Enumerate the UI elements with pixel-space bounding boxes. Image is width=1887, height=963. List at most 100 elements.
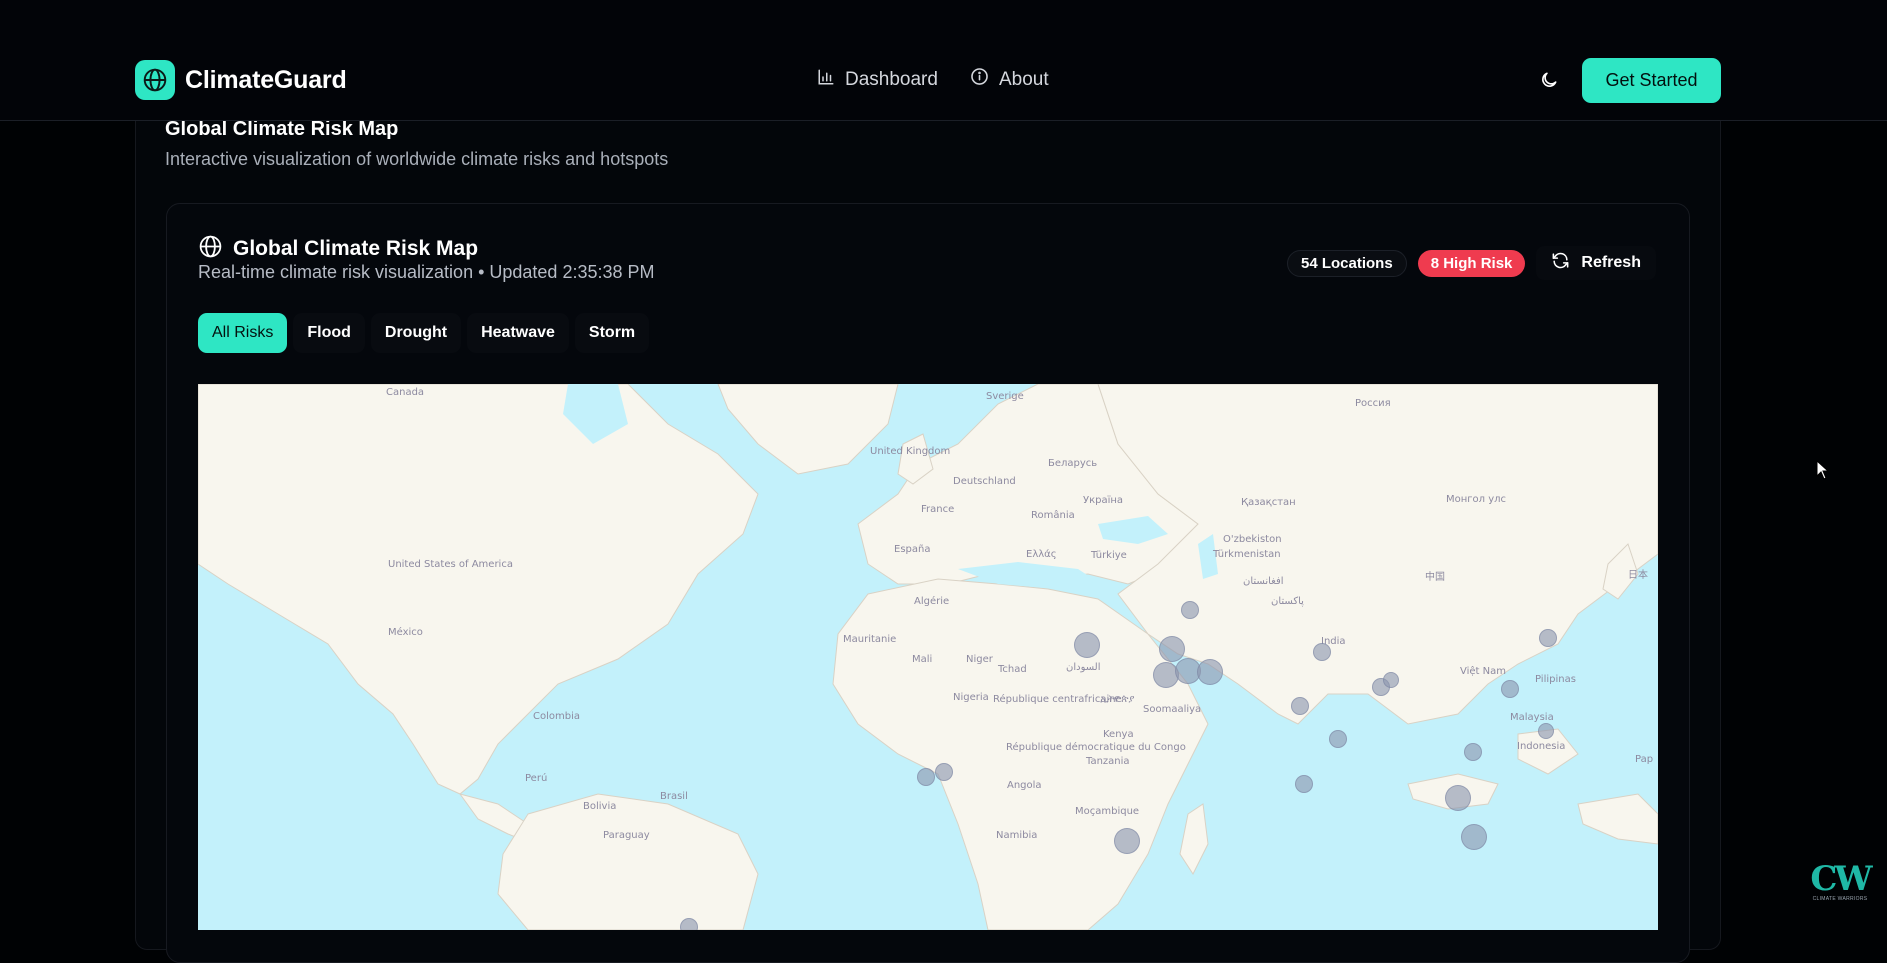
map-card-title: Global Climate Risk Map xyxy=(233,237,479,260)
map-label: Soomaaliya xyxy=(1143,704,1202,715)
map-label: ኢትዮጵያ xyxy=(1100,694,1135,705)
risk-filter-tabs: All Risks Flood Drought Heatwave Storm xyxy=(198,313,650,353)
risk-marker[interactable] xyxy=(1464,743,1482,761)
map-label: Монгол улс xyxy=(1446,494,1507,505)
risk-marker[interactable] xyxy=(1159,636,1185,662)
map-label: Canada xyxy=(386,387,425,398)
filter-storm[interactable]: Storm xyxy=(574,313,650,353)
nav-about-label: About xyxy=(998,68,1049,90)
map-label: Türkiye xyxy=(1091,550,1127,561)
watermark-logo: CW CLIMATE WARRIORS xyxy=(1810,859,1872,910)
section-subtitle: Interactive visualization of worldwide c… xyxy=(165,149,669,169)
filter-heatwave[interactable]: Heatwave xyxy=(467,313,569,353)
filter-drought[interactable]: Drought xyxy=(370,313,462,353)
world-map[interactable]: Canada Sverige Россия United Kingdom Бел… xyxy=(198,384,1658,930)
map-label: România xyxy=(1031,510,1075,521)
filter-flood[interactable]: Flood xyxy=(293,313,365,353)
map-label: Қазақстан xyxy=(1241,497,1296,508)
watermark-text: CLIMATE WARRIORS xyxy=(1812,896,1868,902)
map-label: Malaysia xyxy=(1510,712,1554,723)
map-card-header: Global Climate Risk Map xyxy=(198,234,478,264)
risk-marker[interactable] xyxy=(1197,659,1223,685)
map-label: Angola xyxy=(1007,780,1042,791)
get-started-button[interactable]: Get Started xyxy=(1582,58,1721,103)
map-label: Mali xyxy=(912,654,933,665)
filter-all-risks[interactable]: All Risks xyxy=(198,313,288,353)
bar-chart-icon xyxy=(817,68,835,92)
risk-marker[interactable] xyxy=(680,918,698,930)
refresh-button[interactable]: Refresh xyxy=(1536,246,1656,280)
moon-icon xyxy=(1539,70,1559,95)
map-label: Bolivia xyxy=(583,801,617,812)
risk-marker[interactable] xyxy=(1538,723,1554,739)
map-label: Беларусь xyxy=(1048,458,1098,469)
map-label: Tanzania xyxy=(1086,756,1130,767)
map-label: Pilipinas xyxy=(1535,674,1576,685)
map-label: Mauritanie xyxy=(843,634,897,645)
section-title: Global Climate Risk Map xyxy=(165,118,399,140)
globe-icon xyxy=(198,234,223,264)
theme-toggle-button[interactable] xyxy=(1535,68,1563,96)
risk-marker[interactable] xyxy=(1329,730,1347,748)
risk-marker[interactable] xyxy=(1461,824,1487,850)
risk-marker[interactable] xyxy=(1181,601,1199,619)
map-label: Россия xyxy=(1355,398,1391,409)
map-label: السودان xyxy=(1066,662,1101,673)
brand[interactable]: ClimateGuard xyxy=(135,60,347,100)
map-label: Tchad xyxy=(998,664,1027,675)
map-label: République démocratique du Congo xyxy=(1006,742,1186,753)
map-label: United Kingdom xyxy=(870,446,951,457)
risk-marker[interactable] xyxy=(1291,697,1309,715)
risk-marker[interactable] xyxy=(1074,632,1100,658)
refresh-label: Refresh xyxy=(1581,254,1641,271)
map-label: Niger xyxy=(966,654,993,665)
risk-marker[interactable] xyxy=(1313,643,1331,661)
info-icon xyxy=(970,67,989,92)
risk-marker[interactable] xyxy=(1114,828,1140,854)
map-label: Türkmenistan xyxy=(1213,549,1281,560)
refresh-icon xyxy=(1551,251,1570,275)
map-label: Perú xyxy=(525,773,548,784)
map-label: 日本 xyxy=(1628,570,1648,581)
risk-marker[interactable] xyxy=(1501,680,1519,698)
map-label: Kenya xyxy=(1103,729,1134,740)
map-card-actions: 54 Locations 8 High Risk Refresh xyxy=(1287,246,1656,280)
risk-marker[interactable] xyxy=(935,763,953,781)
map-label: Algérie xyxy=(914,596,950,607)
brand-name: ClimateGuard xyxy=(185,65,347,94)
map-label: Pap xyxy=(1635,754,1654,765)
map-label: United States of America xyxy=(388,559,513,570)
map-label: O'zbekiston xyxy=(1223,534,1282,545)
map-label: Moçambique xyxy=(1075,806,1140,817)
globe-icon xyxy=(135,60,175,100)
map-label: France xyxy=(921,504,955,515)
map-label: Sverige xyxy=(986,391,1024,402)
map-label: Paraguay xyxy=(603,830,650,841)
risk-marker[interactable] xyxy=(1539,629,1557,647)
map-card-subtitle: Real-time climate risk visualization • U… xyxy=(198,262,655,282)
nav-dashboard-label: Dashboard xyxy=(845,68,938,90)
map-label: Deutschland xyxy=(953,476,1016,487)
nav-dashboard[interactable]: Dashboard xyxy=(817,68,938,92)
map-label: Nigeria xyxy=(953,692,989,703)
risk-marker[interactable] xyxy=(1383,672,1399,688)
risk-marker[interactable] xyxy=(1295,775,1313,793)
map-label: 中国 xyxy=(1425,572,1445,583)
map-label: Việt Nam xyxy=(1460,666,1507,677)
risk-marker[interactable] xyxy=(1445,785,1471,811)
mouse-cursor-icon xyxy=(1816,459,1830,480)
watermark-mark: CW xyxy=(1810,859,1872,899)
risk-marker[interactable] xyxy=(917,768,935,786)
map-label: España xyxy=(894,544,931,555)
main-nav: Dashboard About xyxy=(817,67,1049,92)
high-risk-badge: 8 High Risk xyxy=(1417,249,1526,277)
top-navbar: ClimateGuard Dashboard About Get Started xyxy=(0,0,1887,121)
map-label: Україна xyxy=(1083,495,1124,506)
map-label: Brasil xyxy=(660,791,688,802)
nav-about[interactable]: About xyxy=(970,67,1049,92)
locations-badge: 54 Locations xyxy=(1287,249,1407,277)
map-label: México xyxy=(388,627,423,638)
map-label: Indonesia xyxy=(1517,741,1566,752)
map-label: پاکستان xyxy=(1271,596,1304,607)
map-label: Namibia xyxy=(996,830,1038,841)
